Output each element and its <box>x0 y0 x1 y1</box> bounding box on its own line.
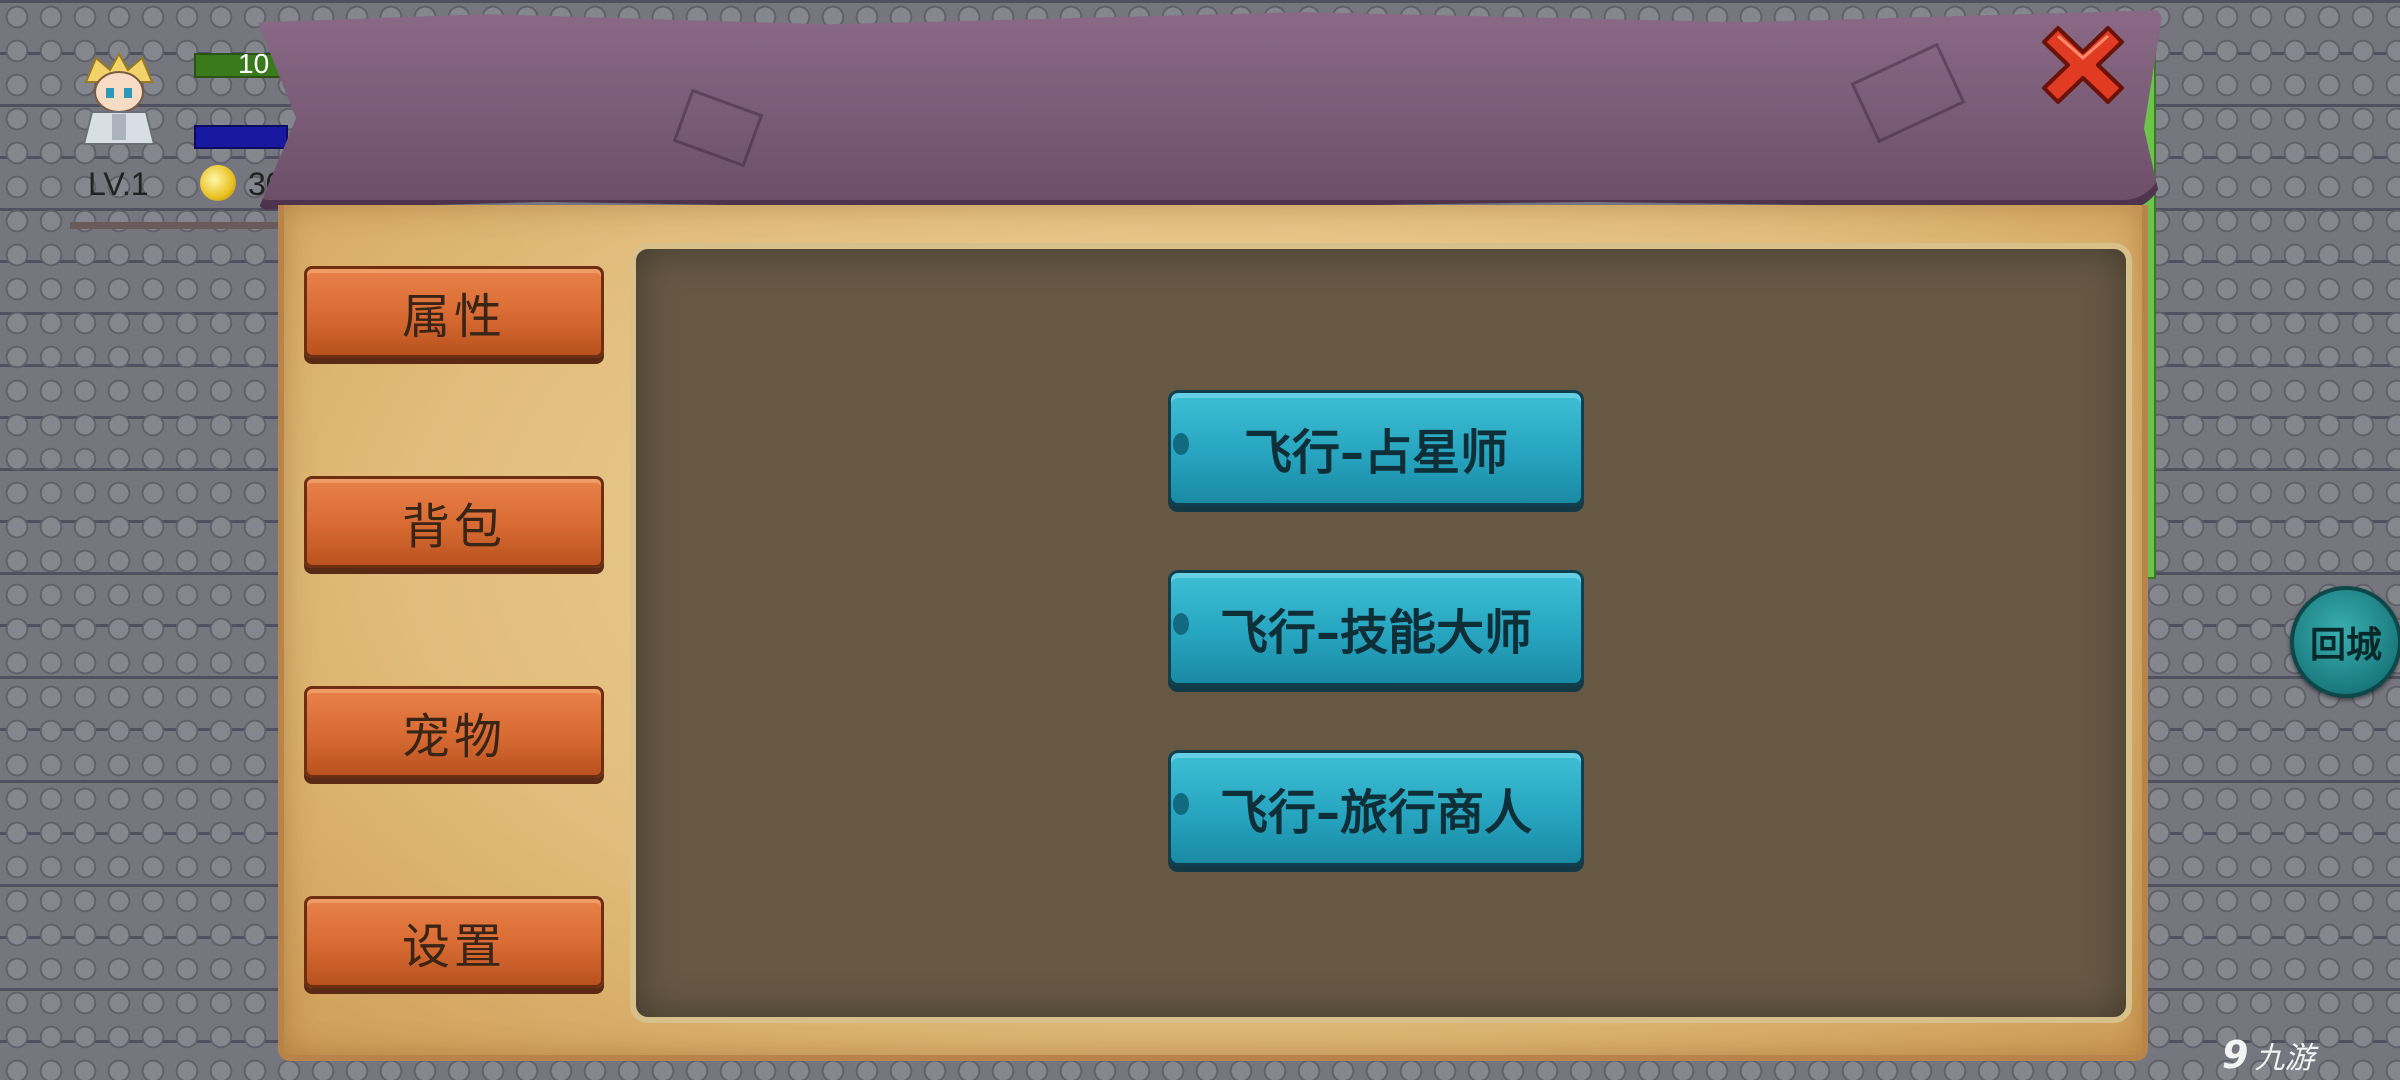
teleport-merchant-label: 飞行–旅行商人 <box>1219 785 1532 841</box>
level-label: LV.1 <box>88 166 149 202</box>
tab-pets[interactable]: 宠物 <box>304 686 604 778</box>
teleport-merchant-button[interactable]: 飞行–旅行商人 <box>1168 750 1584 866</box>
watermark: 9 九游 <box>2222 1030 2400 1080</box>
tab-inventory[interactable]: 背包 <box>304 476 604 568</box>
teleport-skill-master-button[interactable]: 飞行–技能大师 <box>1168 570 1584 686</box>
close-x-icon[interactable] <box>2040 22 2126 108</box>
teleport-astrologer-label: 飞行–占星师 <box>1243 425 1508 481</box>
teleport-skill-master-label: 飞行–技能大师 <box>1219 605 1532 661</box>
return-to-town-button[interactable]: 回城 <box>2290 586 2400 698</box>
knight-avatar-icon[interactable] <box>76 51 162 148</box>
gold-coin-icon <box>200 165 236 201</box>
watermark-logo: 9 <box>2222 1033 2249 1077</box>
teleport-astrologer-button[interactable]: 飞行–占星师 <box>1168 390 1584 506</box>
tab-attributes[interactable]: 属性 <box>304 266 604 358</box>
tab-settings[interactable]: 设置 <box>304 896 604 988</box>
watermark-text: 九游 <box>2254 1041 2315 1076</box>
mp-bar <box>194 125 288 149</box>
hp-value: 10 <box>238 48 270 79</box>
